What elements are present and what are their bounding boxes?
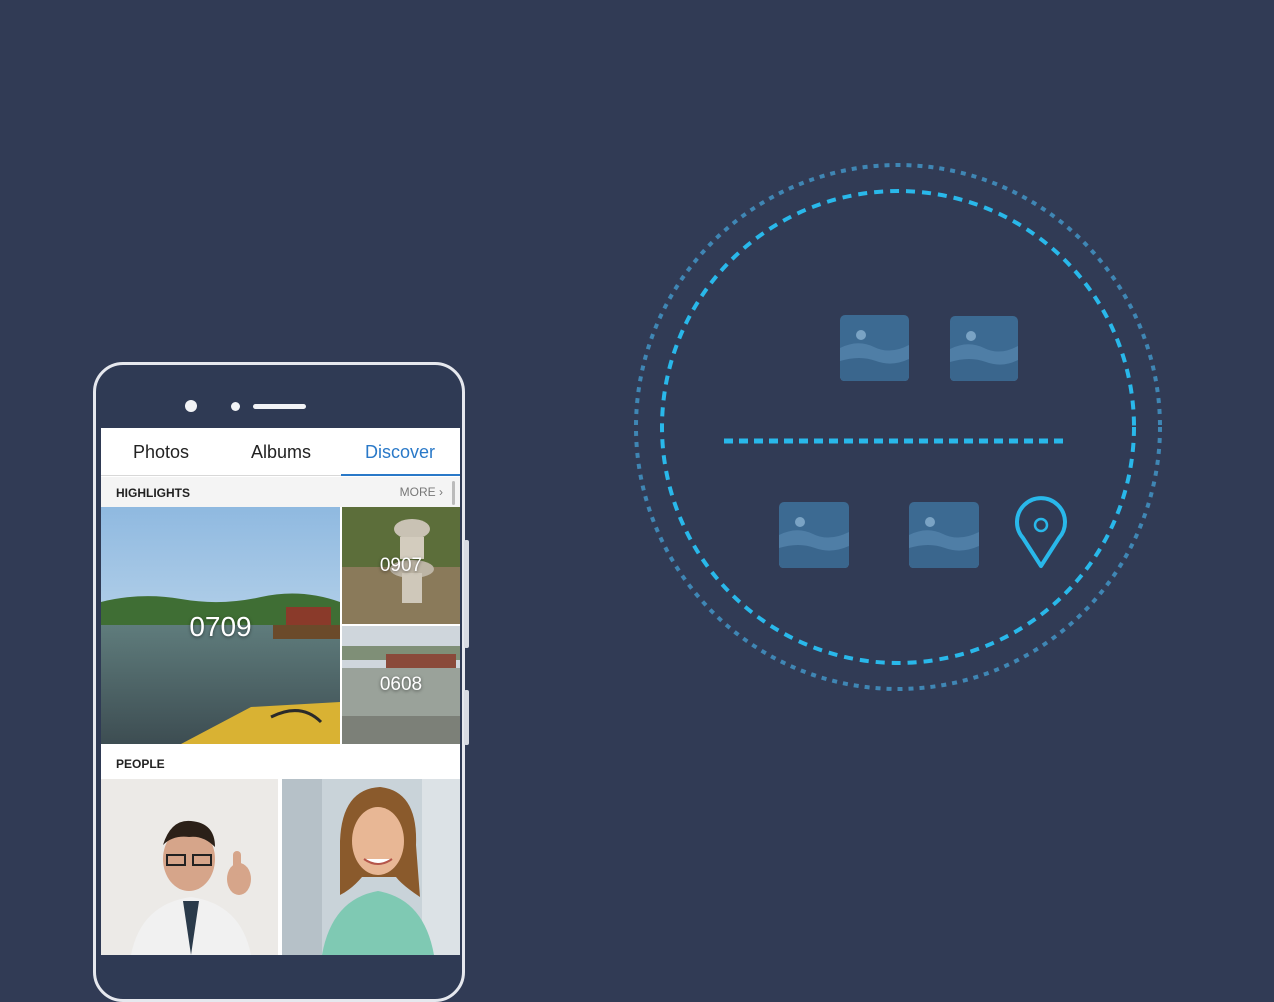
image-icon	[909, 502, 979, 568]
image-icon	[950, 316, 1018, 381]
more-link[interactable]: MORE ›	[400, 485, 443, 499]
person-photo	[282, 779, 460, 955]
front-camera	[185, 400, 197, 412]
chevron-right-icon: ›	[439, 485, 443, 499]
power-button	[464, 690, 469, 745]
people-header: PEOPLE	[101, 748, 460, 778]
person-photo	[101, 779, 278, 955]
inner-dashed-ring	[660, 189, 1136, 665]
highlights-header: HIGHLIGHTS MORE ›	[101, 477, 460, 507]
scrollbar[interactable]	[452, 481, 455, 505]
image-icon	[840, 315, 909, 381]
highlight-tile[interactable]: 0608	[342, 626, 460, 744]
highlight-tile[interactable]: 0907	[342, 507, 460, 624]
gallery-screen: Photos Albums Discover HIGHLIGHTS MORE ›	[101, 428, 460, 955]
section-title: HIGHLIGHTS	[116, 486, 190, 500]
image-icon	[779, 502, 849, 568]
active-tab-indicator	[341, 474, 460, 476]
highlight-label: 0709	[189, 611, 252, 642]
tab-bar: Photos Albums Discover	[101, 428, 460, 476]
tab-discover[interactable]: Discover	[340, 428, 460, 476]
outer-dashed-ring	[634, 163, 1162, 691]
earpiece-speaker	[253, 404, 306, 409]
location-pin-icon	[1015, 496, 1067, 568]
person-tile[interactable]	[282, 779, 460, 955]
volume-button	[464, 540, 469, 648]
sensor	[231, 402, 240, 411]
tab-albums[interactable]: Albums	[221, 428, 341, 476]
more-label: MORE	[399, 485, 436, 499]
tab-photos[interactable]: Photos	[101, 428, 221, 476]
person-tile[interactable]	[101, 779, 278, 955]
section-title: PEOPLE	[116, 757, 165, 771]
highlight-tile[interactable]: 0709	[101, 507, 340, 744]
highlight-label: 0907	[379, 555, 423, 576]
highlight-label: 0608	[379, 674, 423, 695]
